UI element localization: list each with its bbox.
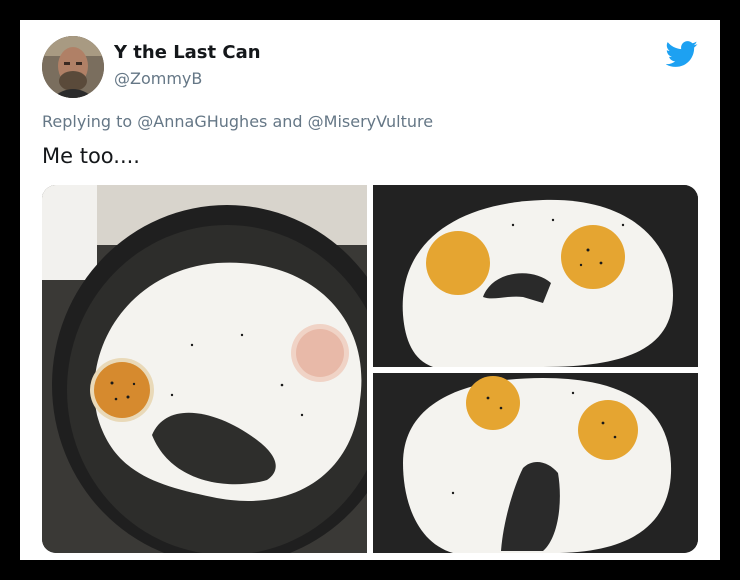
avatar-image [42, 36, 104, 98]
tweet-text: Me too.... [42, 144, 140, 168]
tweet-card: Y the Last Can @ZommyB Replying to @Anna… [20, 20, 720, 560]
media-grid [42, 185, 698, 553]
media-photo[interactable] [373, 185, 698, 367]
twitter-bird-icon[interactable] [665, 38, 698, 70]
reply-and: and [272, 112, 303, 131]
mention-link[interactable]: @MiseryVulture [308, 112, 433, 131]
media-photo[interactable] [42, 185, 367, 553]
display-name[interactable]: Y the Last Can [114, 42, 261, 63]
reply-prefix: Replying to [42, 112, 133, 131]
user-handle[interactable]: @ZommyB [114, 69, 202, 88]
media-photo[interactable] [373, 373, 698, 553]
avatar[interactable] [42, 36, 104, 98]
mention-link[interactable]: @AnnaGHughes [137, 112, 267, 131]
reply-context: Replying to @AnnaGHughes and @MiseryVult… [42, 112, 433, 131]
